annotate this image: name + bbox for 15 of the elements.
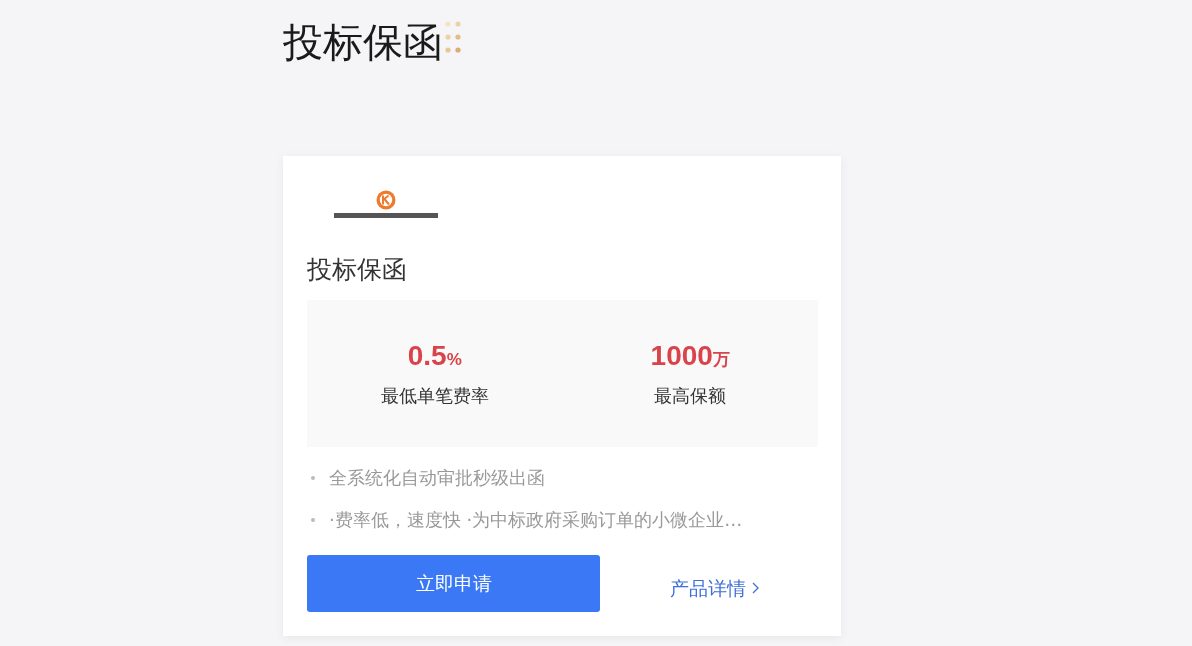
stat-unit: % — [446, 349, 462, 371]
bullet-icon — [311, 476, 315, 480]
stat-unit: 万 — [712, 349, 730, 371]
feature-text: 全系统化自动审批秒级出函 — [329, 466, 545, 490]
bullet-icon — [311, 518, 315, 522]
page-title: 投标保函 — [283, 18, 443, 66]
feature-text: ·费率低，速度快 ·为中标政府采购订单的小微企业… — [329, 508, 743, 532]
card-title: 投标保函 — [307, 254, 408, 286]
stat-label: 最高保额 — [654, 383, 727, 408]
stat-value: 1000 — [650, 339, 713, 372]
chevron-right-icon — [751, 582, 759, 594]
stat-label: 最低单笔费率 — [380, 383, 489, 408]
stat-value: 0.5 — [407, 339, 447, 372]
details-link[interactable]: 产品详情 — [669, 576, 759, 600]
apply-button[interactable]: 立即申请 — [307, 555, 600, 612]
